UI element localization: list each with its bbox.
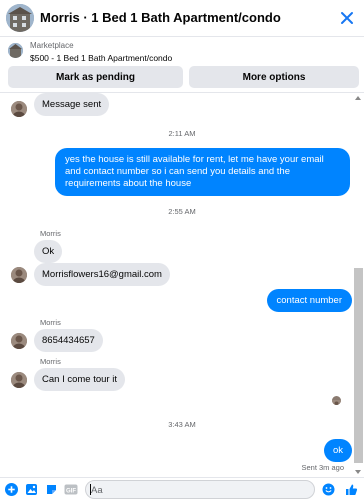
sticker-icon[interactable]	[45, 483, 58, 496]
timestamp: 2:11 AM	[168, 129, 196, 138]
sender-name: Morris	[40, 357, 61, 366]
avatar[interactable]	[11, 372, 27, 388]
marketplace-listing[interactable]: Marketplace $500 - 1 Bed 1 Bath Apartmen…	[0, 38, 364, 66]
message-bubble[interactable]: Morrisflowers16@gmail.com	[34, 263, 170, 286]
gif-icon[interactable]: GIF	[64, 483, 78, 496]
sender-name: Morris	[40, 229, 61, 238]
message-bubble[interactable]: yes the house is still available for ren…	[55, 148, 350, 196]
listing-price-title: $500 - 1 Bed 1 Bath Apartment/condo	[30, 53, 173, 63]
chat-header: Morris · 1 Bed 1 Bath Apartment/condo	[0, 0, 364, 37]
text-caret	[90, 484, 91, 495]
message-input[interactable]: Aa	[85, 480, 315, 499]
photo-icon[interactable]	[25, 483, 38, 496]
message-bubble[interactable]: Can I come tour it	[34, 368, 125, 391]
scroll-down-arrow[interactable]	[355, 470, 361, 474]
message-bubble[interactable]: Ok	[34, 240, 63, 263]
scroll-up-arrow[interactable]	[355, 96, 361, 100]
svg-text:GIF: GIF	[66, 488, 76, 494]
avatar[interactable]	[11, 101, 27, 117]
listing-thumbnail[interactable]	[6, 4, 34, 32]
thumbs-up-icon[interactable]	[345, 483, 358, 496]
seen-avatar	[332, 396, 341, 405]
avatar[interactable]	[11, 333, 27, 349]
mark-as-pending-button[interactable]: Mark as pending	[8, 66, 183, 88]
emoji-icon[interactable]	[322, 483, 335, 496]
more-options-button[interactable]: More options	[189, 66, 359, 88]
avatar[interactable]	[11, 267, 27, 283]
listing-small-thumbnail	[8, 43, 23, 58]
message-bubble[interactable]: ok	[323, 439, 352, 462]
timestamp: 3:43 AM	[168, 420, 196, 429]
plus-icon[interactable]	[5, 483, 18, 496]
message-bubble[interactable]: contact number	[266, 289, 352, 312]
message-bubble[interactable]: Message sent	[34, 93, 110, 116]
sender-name: Morris	[40, 318, 61, 327]
listing-source: Marketplace	[30, 41, 74, 50]
scrollbar-thumb[interactable]	[354, 268, 363, 463]
timestamp: 2:55 AM	[168, 207, 196, 216]
chat-title[interactable]: Morris · 1 Bed 1 Bath Apartment/condo	[40, 10, 281, 25]
message-composer: GIF Aa	[0, 477, 364, 500]
close-icon[interactable]	[338, 9, 356, 27]
message-bubble[interactable]: 8654434657	[34, 329, 103, 352]
message-thread[interactable]: Message sent 2:11 AM yes the house is st…	[0, 92, 364, 477]
message-status: Sent 3m ago	[301, 463, 344, 472]
